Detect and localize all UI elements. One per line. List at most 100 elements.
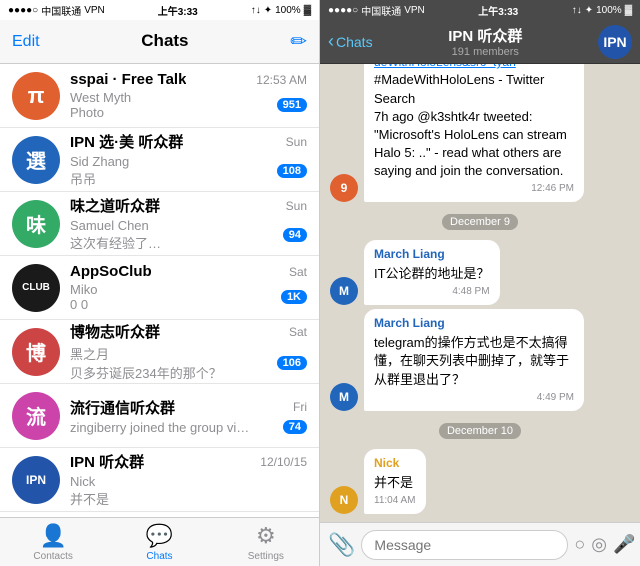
chat-top-row: IPN 选·美 听众群 Sun <box>70 131 307 152</box>
chat-item[interactable]: πsspai · Free Talk12:53 AMWest MythPhoto… <box>0 64 319 128</box>
nav-bar-left: Edit Chats ✏ <box>0 20 319 64</box>
message-time: 12:46 PM <box>374 182 574 196</box>
chat-nav-avatar[interactable]: IPN <box>598 25 632 59</box>
message-row: 9900901https://twitter.com/search?q=%23M… <box>330 64 630 202</box>
chat-nav-info: IPN 听众群 191 members <box>379 25 592 58</box>
edit-button[interactable]: Edit <box>12 33 40 51</box>
chat-preview: 这次有经验了… <box>70 233 250 252</box>
chat-top-row: IPN 听众群 12/10/15 <box>70 451 307 472</box>
tab-label: Contacts <box>33 551 72 562</box>
chat-badge: 108 <box>277 164 307 178</box>
chat-sender: Sid Zhang <box>70 154 250 169</box>
chat-preview-wrap: 黑之月贝多芬诞辰234年的那个？ <box>70 344 277 382</box>
chat-top-row: 味之道听众群Sun <box>70 195 307 216</box>
tab-item-contacts[interactable]: 👤Contacts <box>0 523 106 562</box>
chat-preview-wrap: West MythPhoto <box>70 90 277 120</box>
back-label: Chats <box>336 34 373 50</box>
chat-time: Sat <box>289 265 307 279</box>
chat-bottom-row: Samuel Chen这次有经验了…94 <box>70 218 307 252</box>
chat-top-row: AppSoClubSat <box>70 263 307 280</box>
right-signal: ●●●●○ <box>328 5 358 16</box>
right-carrier: 中国联通 <box>361 3 401 18</box>
chat-content: 流行通信听众群Frizingiberry joined the group vi… <box>70 397 307 435</box>
back-chevron-icon: ‹ <box>328 31 334 52</box>
chat-sender: Samuel Chen <box>70 218 250 233</box>
message-avatar: M <box>330 277 358 305</box>
chat-item[interactable]: 博博物志听众群Sat黑之月贝多芬诞辰234年的那个？106 <box>0 320 319 384</box>
battery-label: 100% <box>275 5 301 16</box>
date-divider: December 9 <box>330 212 630 230</box>
chat-preview: 贝多芬诞辰234年的那个？ <box>70 363 250 382</box>
date-label: December 9 <box>442 214 518 230</box>
carrier-name: 中国联通 <box>41 3 81 18</box>
chat-content: IPN 选·美 听众群 Sun Sid Zhang吊吊 108 <box>70 131 307 188</box>
message-link[interactable]: https://twitter.com/search?q=%23MadeWith… <box>374 64 574 71</box>
chat-content: 味之道听众群SunSamuel Chen这次有经验了…94 <box>70 195 307 252</box>
wifi-icon: ↑↓ <box>251 5 261 16</box>
chat-preview-wrap: Nick并不是 <box>70 474 307 508</box>
chat-avatar: 博 <box>12 328 60 376</box>
status-right-items: ↑↓ ✦ 100% ▓ <box>251 5 311 16</box>
chat-bottom-row: Sid Zhang吊吊 108 <box>70 154 307 188</box>
chat-preview: zingiberry joined the group via invite l… <box>70 420 250 435</box>
chat-badge: 94 <box>283 228 307 242</box>
tab-item-settings[interactable]: ⚙ Settings <box>213 523 319 562</box>
chat-preview-wrap: Miko0 0 <box>70 282 281 312</box>
message-sender: March Liang <box>374 315 574 332</box>
date-divider: December 10 <box>330 421 630 439</box>
message-sender: Nick <box>374 455 416 472</box>
chat-bottom-row: Nick并不是 <box>70 474 307 508</box>
chat-name: 味之道听众群 <box>70 195 160 216</box>
chat-item[interactable]: CLUBAppSoClubSatMiko0 01K <box>0 256 319 320</box>
chat-preview: Photo <box>70 105 250 120</box>
attach-button[interactable]: 📎 <box>328 532 355 558</box>
right-vpn: VPN <box>404 5 425 16</box>
message-bubble: Nick并不是11:04 AM <box>364 449 426 514</box>
chat-content: sspai · Free Talk12:53 AMWest MythPhoto9… <box>70 71 307 120</box>
message-text: #MadeWithHoloLens - Twitter Search 7h ag… <box>374 71 574 180</box>
chat-item[interactable]: 味味之道听众群SunSamuel Chen这次有经验了…94 <box>0 192 319 256</box>
message-row: MMarch LiangIT公论群的地址是？4:48 PM <box>330 240 630 305</box>
chat-sender: West Myth <box>70 90 250 105</box>
chat-time: Sat <box>289 325 307 339</box>
chat-time: Sun <box>286 135 307 149</box>
compose-button[interactable]: ✏ <box>290 29 307 54</box>
tab-icon: 💬 <box>146 523 173 549</box>
chat-item[interactable]: IPNIPN 听众群12/10/15Nick并不是 <box>0 448 319 512</box>
chat-item[interactable]: 流流行通信听众群Frizingiberry joined the group v… <box>0 384 319 448</box>
back-button[interactable]: ‹ Chats <box>328 31 373 52</box>
chat-name: IPN 选·美 听众群 <box>70 131 183 152</box>
emoji-button[interactable]: ○ <box>574 534 585 555</box>
chat-nav-bar: ‹ Chats IPN 听众群 191 members IPN <box>320 20 640 64</box>
mic-button[interactable]: 🎤 <box>613 534 635 555</box>
chat-time: 12/10/15 <box>260 455 307 469</box>
tab-icon: ⚙ <box>256 523 276 549</box>
chat-sender: Miko <box>70 282 250 297</box>
chat-nav-title: IPN 听众群 <box>448 25 522 46</box>
chat-badge: 106 <box>277 356 307 370</box>
status-bar-left: ●●●●○ 中国联通 VPN 上午3:33 ↑↓ ✦ 100% ▓ <box>0 0 319 20</box>
chat-name: IPN 听众群 <box>70 451 144 472</box>
chat-preview: 0 0 <box>70 297 250 312</box>
message-input[interactable] <box>361 530 568 560</box>
chat-badge: 74 <box>283 420 307 434</box>
chat-preview: 吊吊 <box>70 169 250 188</box>
tab-label: Settings <box>248 551 284 562</box>
chat-preview-wrap: Samuel Chen这次有经验了… <box>70 218 283 252</box>
chat-preview-wrap: zingiberry joined the group via invite l… <box>70 420 283 435</box>
chat-content: AppSoClubSatMiko0 01K <box>70 263 307 312</box>
chat-content: IPN 听众群 12/10/15 Nick并不是 <box>70 451 307 508</box>
tab-item-chats[interactable]: 💬Chats <box>106 523 212 562</box>
signal-dots: ●●●●○ <box>8 5 38 16</box>
right-panel: ●●●●○ 中国联通 VPN 上午3:33 ↑↓ ✦ 100% ▓ ‹ Chat… <box>320 0 640 566</box>
right-status-left: ●●●●○ 中国联通 VPN <box>328 3 425 18</box>
message-time: 4:49 PM <box>374 391 574 405</box>
status-bar-right: ●●●●○ 中国联通 VPN 上午3:33 ↑↓ ✦ 100% ▓ <box>320 0 640 20</box>
bluetooth-icon: ✦ <box>264 5 272 16</box>
chat-item[interactable]: 選IPN 选·美 听众群SunSid Zhang吊吊108 <box>0 128 319 192</box>
messages-area: π有差别10:21 AMDecember 29900901https://twi… <box>320 64 640 522</box>
extra-button[interactable]: ◎ <box>591 534 607 555</box>
chat-bottom-row: 黑之月贝多芬诞辰234年的那个？106 <box>70 344 307 382</box>
chat-nav-subtitle: 191 members <box>452 46 519 58</box>
message-text: IT公论群的地址是？ <box>374 265 490 283</box>
